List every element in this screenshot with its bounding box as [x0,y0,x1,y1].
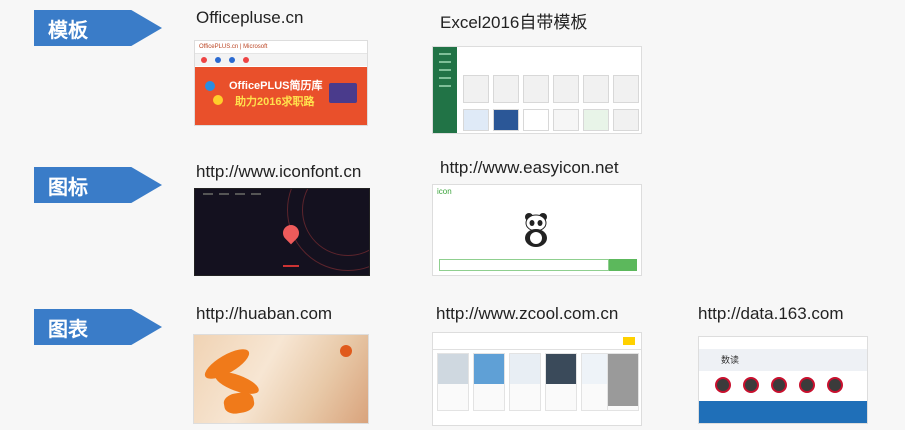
thumbnail-easyicon[interactable]: icon [432,184,642,276]
excel-sidebar [433,47,457,133]
easyicon-logo: icon [437,187,452,196]
zcool-header [433,333,641,350]
banner-subline: 助力2016求职路 [235,96,315,108]
data163-banner: 数读 [699,349,867,371]
thumbnail-huaban[interactable] [193,334,369,424]
officeplus-logo: OfficePLUS.cn | Microsoft [199,44,268,50]
banner-headline: OfficePLUS简历库 [229,80,323,92]
officeplus-banner: OfficePLUS简历库 助力2016求职路 [195,67,367,125]
thumbnail-zcool[interactable] [432,332,642,426]
easyicon-search-button[interactable] [609,259,637,271]
site-title-huaban[interactable]: http://huaban.com [196,304,332,324]
site-title-officeplus[interactable]: Officepluse.cn [196,8,303,28]
thumbnail-excel[interactable] [432,46,642,134]
row-label-text: 图标 [48,174,88,199]
officeplus-header: OfficePLUS.cn | Microsoft [195,41,367,53]
officeplus-nav [195,53,367,66]
data163-logo: 数读 [721,355,740,365]
thumbnail-iconfont[interactable] [194,188,370,276]
keyboard-illustration [329,83,357,103]
row-label-charts: 图表 [34,309,162,345]
site-title-data163[interactable]: http://data.163.com [698,304,844,324]
thumbnail-data163[interactable]: 数读 [698,336,868,424]
site-title-excel[interactable]: Excel2016自带模板 [440,8,587,33]
thumbnail-officeplus[interactable]: OfficePLUS.cn | Microsoft OfficePLUS简历库 … [194,40,368,126]
site-title-zcool[interactable]: http://www.zcool.com.cn [436,304,618,324]
easyicon-search-input[interactable] [439,259,609,271]
row-label-templates: 模板 [34,10,162,46]
data163-footer [699,401,867,423]
panda-icon [525,213,547,247]
site-title-iconfont[interactable]: http://www.iconfont.cn [196,162,361,182]
row-label-icons: 图标 [34,167,162,203]
row-label-text: 模板 [48,17,88,42]
row-label-text: 图表 [48,316,88,341]
site-title-easyicon[interactable]: http://www.easyicon.net [440,158,619,178]
